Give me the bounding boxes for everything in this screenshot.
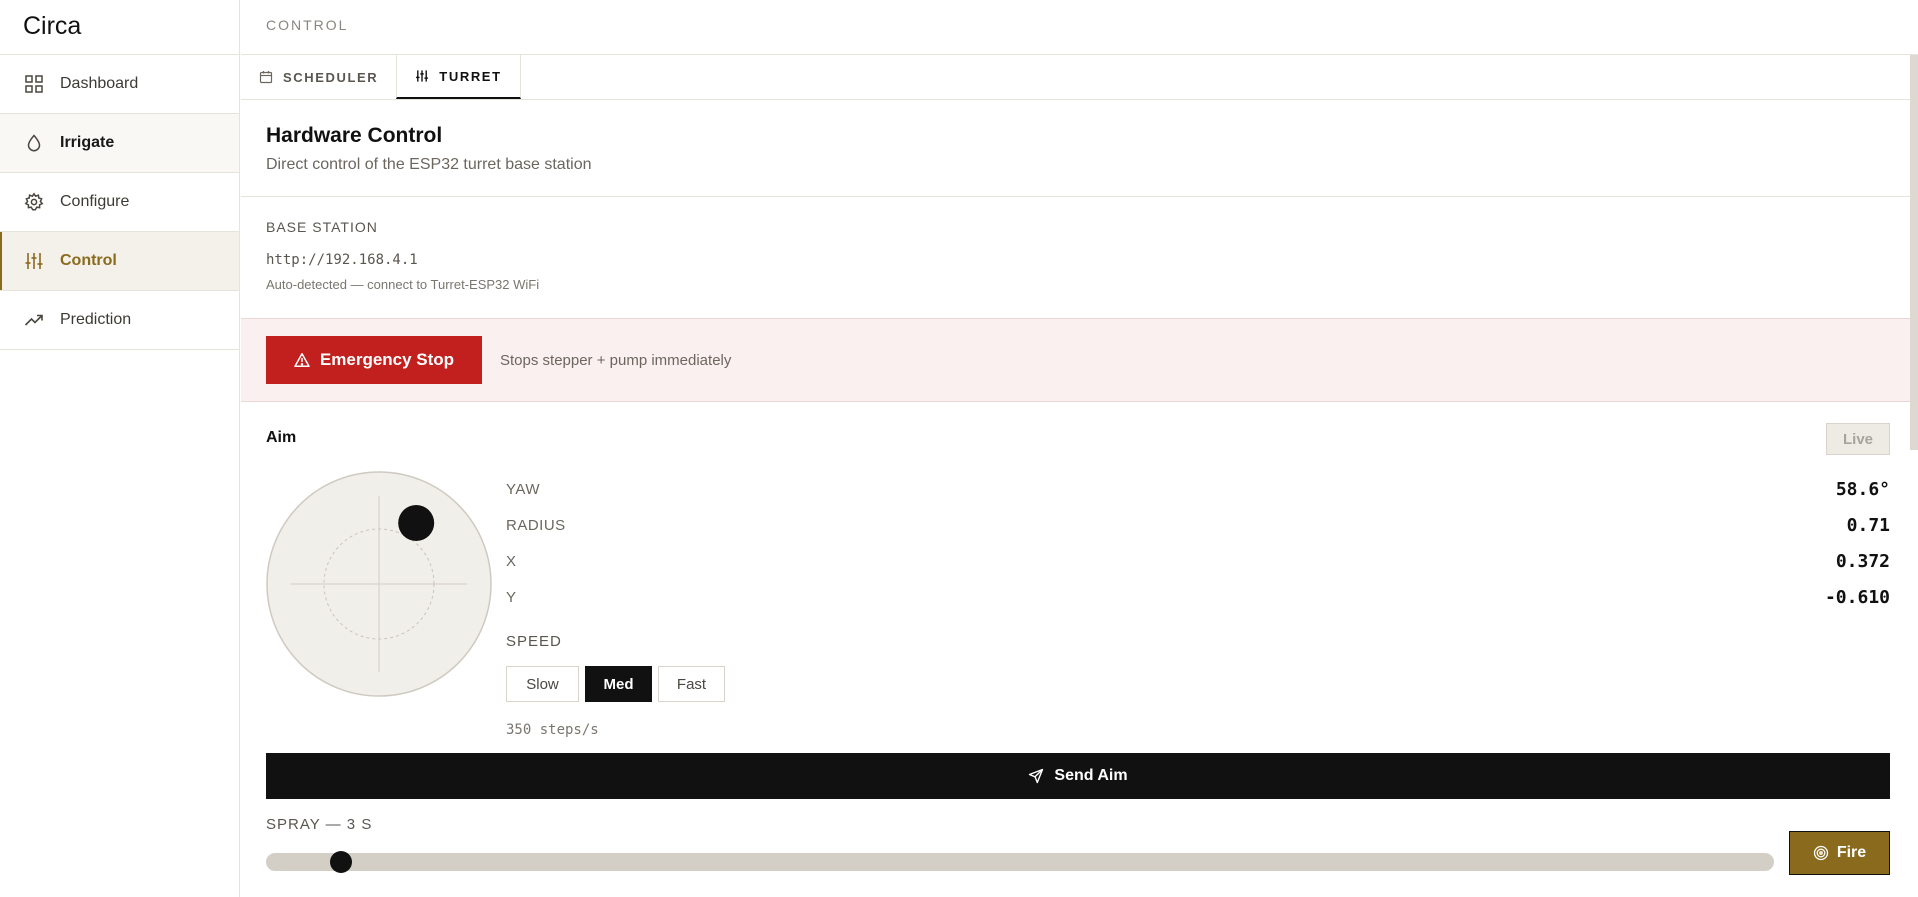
hardware-control-header: Hardware Control Direct control of the E… [241, 100, 1918, 197]
emergency-stop-button[interactable]: Emergency Stop [266, 336, 482, 384]
tab-turret[interactable]: TURRET [396, 55, 521, 99]
readout-label: X [506, 552, 517, 570]
send-aim-button[interactable]: Send Aim [266, 753, 1890, 799]
main-content: CONTROL SCHEDULER TURRET Hardware Contro… [241, 0, 1918, 897]
sidebar-item-label: Control [60, 252, 117, 269]
sidebar-item-label: Prediction [60, 311, 132, 328]
speed-slow-button[interactable]: Slow [506, 666, 579, 702]
spray-label: SPRAY — 3 S [266, 816, 373, 833]
speed-selector: Slow Med Fast [506, 666, 1890, 702]
sidebar-item-prediction[interactable]: Prediction [0, 291, 239, 350]
sliders-icon [24, 251, 44, 271]
live-toggle-button[interactable]: Live [1826, 423, 1890, 455]
readout-label: YAW [506, 480, 540, 498]
joystick-knob[interactable] [398, 505, 435, 541]
section-title: Hardware Control [266, 124, 443, 147]
tab-label: TURRET [439, 68, 502, 84]
warning-icon [294, 352, 310, 368]
calendar-icon [259, 70, 273, 84]
tab-bar: SCHEDULER TURRET [241, 55, 1918, 100]
base-station-label: BASE STATION [266, 219, 378, 235]
sidebar-item-control[interactable]: Control [0, 232, 239, 291]
readout-value: 58.6° [1835, 478, 1890, 500]
tab-scheduler[interactable]: SCHEDULER [241, 55, 396, 99]
sidebar-item-label: Irrigate [60, 134, 115, 151]
fire-label: Fire [1836, 844, 1867, 861]
base-station-panel: BASE STATION http://192.168.4.1 Auto-det… [241, 197, 1918, 319]
send-aim-label: Send Aim [1054, 767, 1128, 784]
readout-value: 0.372 [1835, 550, 1890, 572]
speed-steps: 350 steps/s [506, 722, 599, 738]
sidebar-item-label: Configure [60, 193, 130, 210]
base-station-url: http://192.168.4.1 [266, 252, 418, 268]
spray-duration-slider[interactable] [266, 851, 1774, 873]
aim-readouts: YAW 58.6° RADIUS 0.71 X 0.372 Y -0.610 S… [506, 471, 1890, 738]
sidebar: Circa Dashboard Irrigate Configure Contr… [0, 0, 240, 897]
readout-x: X 0.372 [506, 543, 1890, 579]
sidebar-item-configure[interactable]: Configure [0, 173, 239, 232]
brand-logo: Circa [0, 0, 239, 55]
readout-value: -0.610 [1824, 586, 1890, 608]
fire-button[interactable]: Fire [1789, 831, 1890, 875]
readout-y: Y -0.610 [506, 579, 1890, 615]
sidebar-item-dashboard[interactable]: Dashboard [0, 55, 239, 114]
aim-title: Aim [266, 429, 297, 446]
speed-med-button[interactable]: Med [585, 666, 652, 702]
send-icon [1028, 768, 1044, 784]
page-title: CONTROL [241, 0, 1918, 55]
speed-fast-button[interactable]: Fast [658, 666, 725, 702]
spray-slider-thumb[interactable] [330, 851, 353, 873]
sliders-icon [415, 69, 429, 83]
emergency-stop-panel: Emergency Stop Stops stepper + pump imme… [241, 319, 1918, 402]
base-station-hint: Auto-detected — connect to Turret-ESP32 … [266, 277, 540, 292]
scrollbar[interactable] [1910, 55, 1918, 450]
sidebar-item-irrigate[interactable]: Irrigate [0, 114, 239, 173]
target-icon [1813, 845, 1829, 861]
readout-value: 0.71 [1846, 514, 1890, 536]
readout-label: Y [506, 588, 517, 606]
speed-label: SPEED [506, 633, 562, 650]
aim-joystick[interactable] [266, 471, 492, 697]
droplet-icon [24, 133, 44, 153]
emergency-stop-label: Emergency Stop [319, 350, 455, 369]
aim-panel: Aim Live YAW 58.6° RADIUS 0.71 X 0.372 Y… [241, 402, 1918, 894]
readout-radius: RADIUS 0.71 [506, 507, 1890, 543]
readout-label: RADIUS [506, 516, 566, 534]
gear-icon [24, 192, 44, 212]
readout-yaw: YAW 58.6° [506, 471, 1890, 507]
grid-icon [24, 74, 44, 94]
sidebar-item-label: Dashboard [60, 75, 139, 92]
emergency-stop-note: Stops stepper + pump immediately [500, 351, 732, 369]
section-subtitle: Direct control of the ESP32 turret base … [266, 156, 592, 173]
trending-up-icon [24, 310, 44, 330]
tab-label: SCHEDULER [283, 69, 379, 85]
